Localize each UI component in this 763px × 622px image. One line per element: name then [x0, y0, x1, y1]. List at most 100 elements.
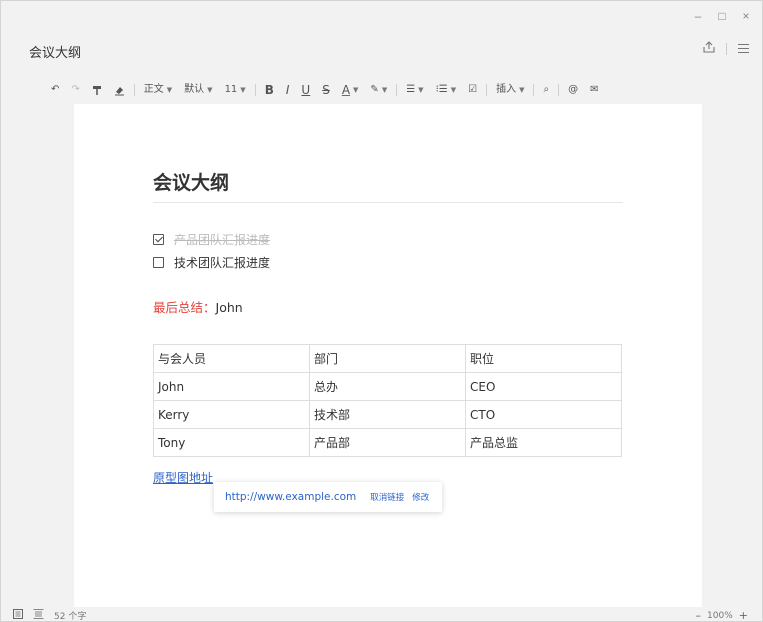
chevron-down-icon: ▼: [450, 86, 457, 94]
table-header-cell[interactable]: 与会人员: [153, 344, 310, 373]
table-row: 与会人员 部门 职位: [153, 344, 622, 373]
chevron-down-icon: ▼: [166, 86, 173, 94]
minimize-button[interactable]: –: [686, 9, 710, 23]
toolbar-divider: [533, 84, 535, 96]
zoom-in-button[interactable]: +: [739, 609, 748, 622]
menu-icon[interactable]: [737, 41, 750, 57]
table-cell[interactable]: Tony: [153, 428, 310, 457]
italic-icon: I: [285, 83, 290, 97]
font-family-value: 默认: [184, 84, 205, 95]
underline-icon: U: [301, 83, 311, 97]
bold-button[interactable]: B: [259, 81, 280, 99]
chevron-down-icon: ▼: [353, 86, 359, 94]
mention-button[interactable]: @: [562, 81, 584, 99]
table-cell[interactable]: Kerry: [153, 400, 310, 429]
font-color-button[interactable]: A ▼: [336, 81, 365, 99]
comment-button[interactable]: ✉: [584, 81, 604, 99]
edit-link-button[interactable]: 修改: [412, 491, 429, 503]
share-icon[interactable]: [702, 41, 716, 57]
summary-value: John: [215, 300, 243, 315]
toolbar-divider: [486, 84, 488, 96]
font-size-value: 11: [224, 84, 238, 95]
toolbar-divider: [396, 84, 398, 96]
align-button[interactable]: ☰ ▼: [400, 81, 429, 99]
list-icon: ⁝☰: [435, 84, 448, 95]
table-row: Tony 产品部 产品总监: [153, 428, 622, 457]
todo-text[interactable]: 产品团队汇报进度: [174, 231, 270, 248]
highlight-button[interactable]: ✎ ▼: [364, 81, 393, 99]
insert-label: 插入: [496, 84, 517, 95]
zoom-controls: – 100% +: [696, 609, 748, 622]
unlink-button[interactable]: 取消链接: [370, 491, 404, 503]
close-button[interactable]: ×: [734, 9, 758, 23]
document-page[interactable]: 会议大纲 产品团队汇报进度 技术团队汇报进度 最后总结：John 与会人员 部门…: [74, 104, 702, 607]
font-size-select[interactable]: 11 ▼: [219, 81, 252, 99]
table-row: Kerry 技术部 CTO: [153, 400, 622, 429]
title-actions: [702, 41, 750, 57]
checklist-button[interactable]: ☑: [462, 81, 483, 99]
table-cell[interactable]: 产品部: [309, 428, 466, 457]
chevron-down-icon: ▼: [519, 86, 525, 94]
table-cell[interactable]: 技术部: [309, 400, 466, 429]
clear-format-icon[interactable]: [108, 81, 131, 99]
document-title[interactable]: 会议大纲: [29, 42, 81, 61]
table-row: John 总办 CEO: [153, 372, 622, 401]
toolbar-divider: [254, 84, 256, 96]
title-divider: [726, 43, 727, 55]
chevron-down-icon: ▼: [418, 86, 424, 94]
link-popup: http://www.example.com 取消链接 修改: [214, 482, 442, 512]
strikethrough-button[interactable]: S: [316, 81, 336, 99]
table-cell[interactable]: John: [153, 372, 310, 401]
list-button[interactable]: ⁝☰ ▼: [430, 81, 463, 99]
status-left: 52 个字: [13, 609, 86, 622]
editor-window: – □ × 会议大纲 ↶ ↷ 正文 ▼ 默认 ▼ 11 ▼ B I U S A …: [0, 0, 763, 622]
table-cell[interactable]: 总办: [309, 372, 466, 401]
todo-text[interactable]: 技术团队汇报进度: [174, 254, 270, 271]
title-bar: 会议大纲: [1, 31, 762, 67]
maximize-button[interactable]: □: [710, 9, 734, 23]
zoom-out-button[interactable]: –: [696, 609, 702, 622]
todo-checkbox[interactable]: [153, 257, 164, 268]
document-heading[interactable]: 会议大纲: [153, 168, 229, 195]
table-cell[interactable]: CEO: [465, 372, 622, 401]
table-header-cell[interactable]: 职位: [465, 344, 622, 373]
mention-icon: @: [568, 84, 579, 95]
italic-button[interactable]: I: [280, 81, 296, 99]
table-header-cell[interactable]: 部门: [309, 344, 466, 373]
insert-menu[interactable]: 插入 ▼: [490, 81, 530, 99]
format-toolbar: ↶ ↷ 正文 ▼ 默认 ▼ 11 ▼ B I U S A ▼ ✎ ▼ ☰ ▼ ⁝☰ ▼ ☑ 插…: [45, 81, 604, 99]
summary-label: 最后总结：: [153, 300, 216, 315]
paragraph-style-select[interactable]: 正文 ▼: [138, 81, 178, 99]
outline-icon[interactable]: [13, 609, 23, 622]
strikethrough-icon: S: [322, 83, 330, 97]
status-bar: 52 个字 – 100% +: [1, 607, 762, 622]
page-view-icon[interactable]: [33, 609, 44, 622]
bold-icon: B: [264, 83, 274, 97]
toolbar-divider: [558, 84, 560, 96]
highlight-icon: ✎: [370, 84, 379, 95]
font-family-select[interactable]: 默认 ▼: [178, 81, 218, 99]
comment-icon: ✉: [590, 84, 599, 95]
prototype-link[interactable]: 原型图地址: [153, 469, 213, 486]
table-cell[interactable]: CTO: [465, 400, 622, 429]
underline-button[interactable]: U: [295, 81, 316, 99]
todo-checkbox-checked[interactable]: [153, 234, 164, 245]
table-cell[interactable]: 产品总监: [465, 428, 622, 457]
window-controls: – □ ×: [686, 9, 758, 23]
chevron-down-icon: ▼: [381, 86, 388, 94]
toolbar-divider: [133, 84, 135, 96]
chevron-down-icon: ▼: [207, 86, 213, 94]
redo-icon[interactable]: ↷: [65, 81, 85, 99]
link-url[interactable]: http://www.example.com: [225, 491, 356, 503]
find-icon: ⌕: [543, 84, 550, 95]
format-painter-icon[interactable]: [86, 81, 108, 99]
find-button[interactable]: ⌕: [537, 81, 555, 99]
todo-item: 技术团队汇报进度: [153, 254, 270, 271]
align-icon: ☰: [406, 84, 416, 95]
todo-item: 产品团队汇报进度: [153, 231, 270, 248]
undo-icon[interactable]: ↶: [45, 81, 65, 99]
summary-line[interactable]: 最后总结：John: [153, 297, 243, 316]
zoom-level[interactable]: 100%: [707, 611, 733, 621]
word-count: 52 个字: [54, 612, 87, 622]
chevron-down-icon: ▼: [240, 86, 246, 94]
